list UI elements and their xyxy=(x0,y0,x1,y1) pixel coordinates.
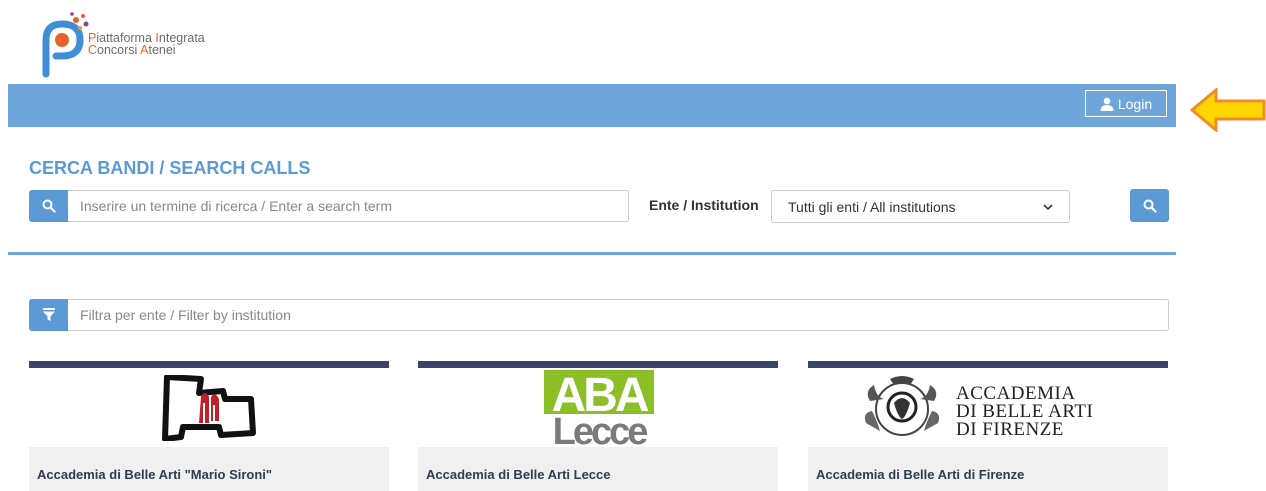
login-label: Login xyxy=(1117,95,1153,112)
institution-card[interactable]: Accademia di Belle Arti "Mario Sironi" xyxy=(29,361,389,491)
search-submit-button[interactable] xyxy=(1130,189,1169,222)
top-navbar xyxy=(8,84,1176,127)
search-input[interactable] xyxy=(68,190,629,222)
search-icon xyxy=(1143,199,1157,213)
filter-addon xyxy=(29,299,68,331)
sironi-logo xyxy=(162,375,256,441)
institution-card[interactable]: ABA Lecce Accademia di Belle Arti Lecce xyxy=(418,361,778,491)
user-icon xyxy=(1100,97,1114,111)
arrow-pointer-icon xyxy=(1190,88,1266,132)
institution-name: Accademia di Belle Arti "Mario Sironi" xyxy=(37,467,273,482)
site-logo[interactable]: Piattaforma Integrata Concorsi Atenei xyxy=(36,10,256,78)
card-logo-area: ABA Lecce xyxy=(418,368,778,447)
search-title: CERCA BANDI / SEARCH CALLS xyxy=(29,158,311,178)
filter-input[interactable] xyxy=(68,299,1169,331)
institution-card[interactable]: ACCADEMIA DI BELLE ARTI DI FIRENZE Accad… xyxy=(808,361,1168,491)
firenze-logo-line: DI FIRENZE xyxy=(956,419,1064,440)
institution-select[interactable]: Tutti gli enti / All institutions xyxy=(771,190,1070,223)
section-divider xyxy=(8,252,1176,255)
firenze-emblem xyxy=(864,376,940,436)
lecce-logo-text: Lecce xyxy=(553,411,648,446)
filter-icon xyxy=(42,308,55,321)
card-logo-area xyxy=(29,368,389,447)
logo-word: tenei xyxy=(148,43,176,57)
institution-name: Accademia di Belle Arti Lecce xyxy=(426,467,611,482)
card-logo-area: ACCADEMIA DI BELLE ARTI DI FIRENZE xyxy=(808,368,1168,447)
logo-word: oncorsi xyxy=(97,43,141,57)
institution-select-value: Tutti gli enti / All institutions xyxy=(788,198,956,215)
chevron-down-icon xyxy=(1043,203,1053,210)
aba-lecce-logo: ABA Lecce xyxy=(544,370,654,446)
logo-text: Piattaforma Integrata Concorsi Atenei xyxy=(88,32,205,57)
firenze-logo-text: ACCADEMIA DI BELLE ARTI DI FIRENZE xyxy=(956,384,1093,440)
logo-line-2: Concorsi Atenei xyxy=(88,43,205,57)
institution-label: Ente / Institution xyxy=(649,197,759,213)
logo-letter: C xyxy=(88,43,98,57)
institution-name: Accademia di Belle Arti di Firenze xyxy=(816,467,1025,482)
search-icon xyxy=(42,199,56,213)
login-button[interactable]: Login xyxy=(1085,90,1167,117)
logo-mark xyxy=(42,12,89,78)
search-addon xyxy=(29,190,68,222)
